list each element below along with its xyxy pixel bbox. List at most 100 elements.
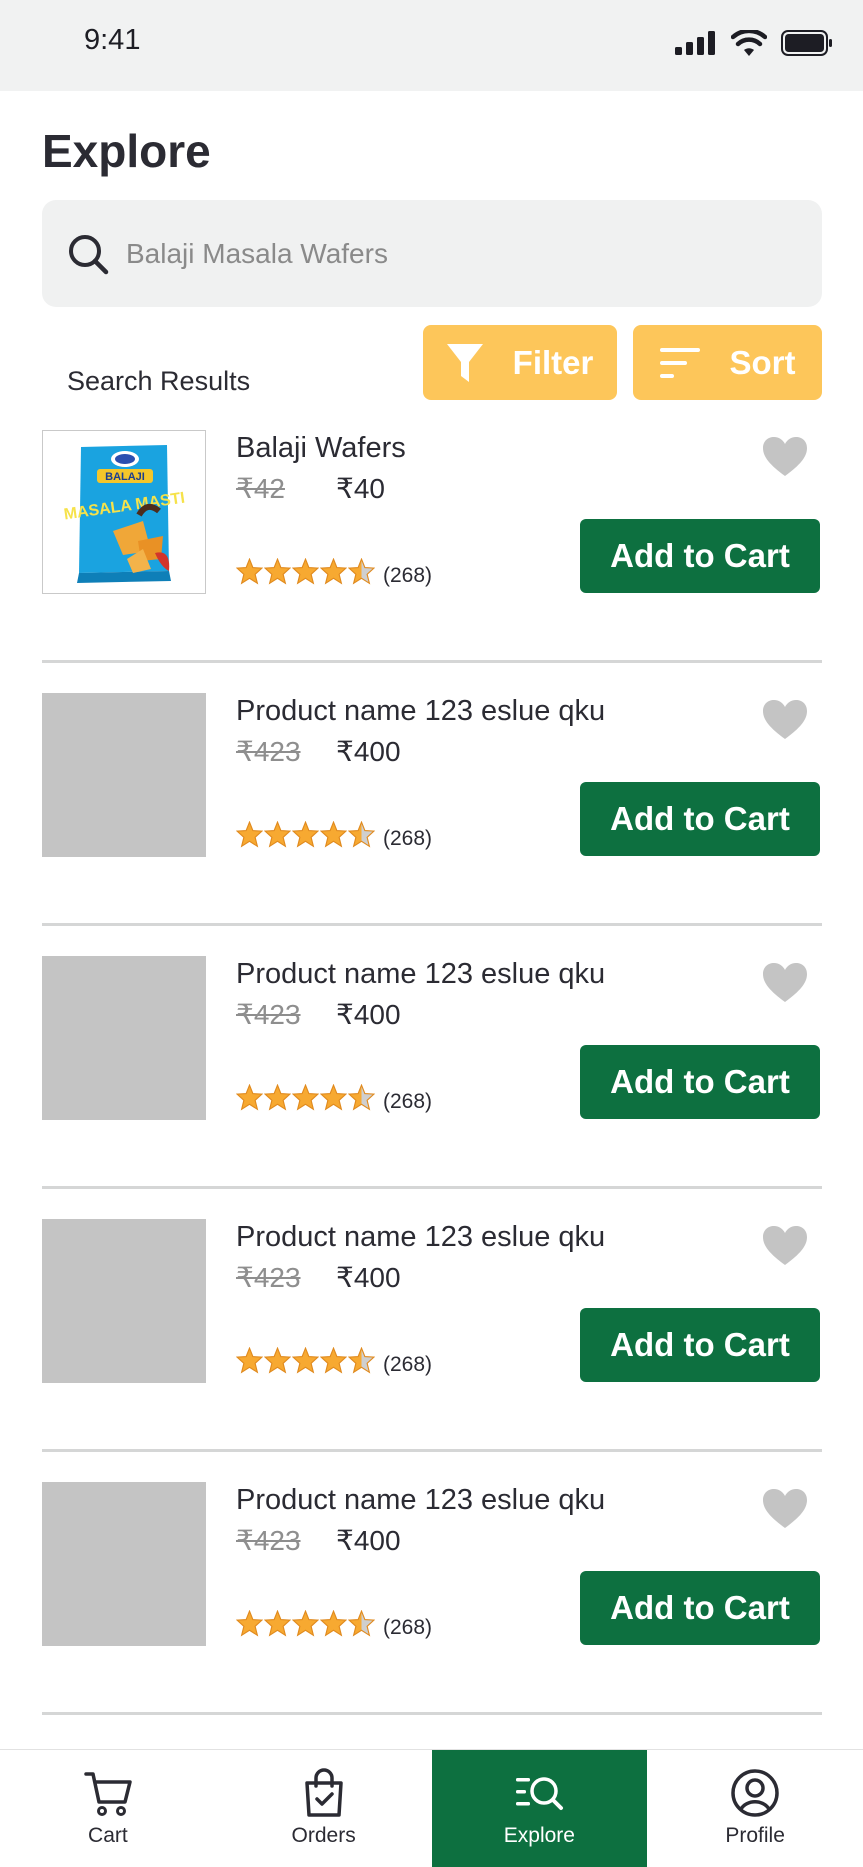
original-price: ₹423	[236, 999, 301, 1030]
rating-count: (268)	[383, 1616, 433, 1639]
filter-funnel-icon	[446, 343, 483, 382]
product-name[interactable]: Product name 123 eslue qku	[236, 958, 605, 991]
star-full-icon	[264, 821, 291, 848]
rating-count: (268)	[383, 1090, 433, 1113]
wishlist-button[interactable]	[762, 699, 808, 741]
product-list-item: Product name 123 eslue qku ₹423 ₹400 (268) A…	[42, 1219, 822, 1452]
add-to-cart-button[interactable]: Add to Cart	[580, 782, 820, 856]
original-price: ₹42	[236, 473, 285, 504]
wishlist-button[interactable]	[762, 1225, 808, 1267]
discounted-price: ₹400	[336, 1262, 401, 1293]
heart-icon	[763, 1489, 807, 1528]
star-half-icon	[348, 1610, 375, 1637]
package-brand-text: BALAJI	[105, 471, 145, 483]
bottom-tab-bar: Cart Orders Explore Profile	[0, 1749, 863, 1867]
star-rating	[236, 1347, 375, 1374]
rating-count: (268)	[383, 1353, 433, 1376]
wishlist-button[interactable]	[762, 436, 808, 478]
star-full-icon	[264, 1610, 291, 1637]
star-full-icon	[292, 1610, 319, 1637]
star-full-icon	[236, 558, 263, 585]
tab-profile[interactable]: Profile	[647, 1750, 863, 1867]
sort-button[interactable]: Sort	[633, 325, 822, 400]
battery-icon	[781, 30, 832, 56]
search-input[interactable]	[126, 237, 766, 270]
product-list-item: Product name 123 eslue qku ₹423 ₹400 (268) A…	[42, 693, 822, 926]
star-full-icon	[320, 1610, 347, 1637]
signal-icon	[675, 31, 715, 55]
rating-count: (268)	[383, 827, 433, 850]
sort-label: Sort	[729, 343, 796, 381]
tab-orders[interactable]: Orders	[216, 1750, 432, 1867]
heart-icon	[763, 437, 807, 476]
star-full-icon	[292, 1084, 319, 1111]
tab-label: Profile	[725, 1824, 785, 1847]
add-to-cart-button[interactable]: Add to Cart	[580, 519, 820, 593]
heart-icon	[763, 700, 807, 739]
wishlist-button[interactable]	[762, 1488, 808, 1530]
heart-icon	[763, 963, 807, 1002]
status-icons	[675, 30, 833, 56]
star-full-icon	[292, 1347, 319, 1374]
star-rating	[236, 1610, 375, 1637]
star-rating	[236, 1084, 375, 1111]
sort-lines-icon	[659, 347, 700, 378]
explore-search-icon	[516, 1777, 564, 1810]
product-name[interactable]: Balaji Wafers	[236, 432, 406, 465]
tab-label: Cart	[88, 1824, 128, 1847]
filter-label: Filter	[512, 343, 594, 381]
wifi-icon	[731, 30, 767, 56]
star-half-icon	[348, 1347, 375, 1374]
product-image-placeholder[interactable]	[42, 956, 206, 1120]
product-name[interactable]: Product name 123 eslue qku	[236, 1221, 605, 1254]
discounted-price: ₹40	[336, 473, 385, 504]
product-image-placeholder[interactable]	[42, 1482, 206, 1646]
search-icon	[69, 234, 109, 274]
status-bar: 9:41	[0, 0, 863, 91]
star-full-icon	[264, 1347, 291, 1374]
star-rating	[236, 821, 375, 848]
profile-icon	[731, 1769, 779, 1817]
product-list-item: Product name 123 eslue qku ₹423 ₹400 (268) A…	[42, 956, 822, 1189]
star-full-icon	[320, 821, 347, 848]
product-list-item: Product name 123 eslue qku ₹423 ₹400 (268) A…	[42, 1482, 822, 1715]
star-half-icon	[348, 821, 375, 848]
star-full-icon	[264, 558, 291, 585]
star-full-icon	[264, 1084, 291, 1111]
rating-count: (268)	[383, 564, 433, 587]
add-to-cart-button[interactable]: Add to Cart	[580, 1045, 820, 1119]
tab-label: Explore	[503, 1824, 575, 1847]
orders-bag-icon	[304, 1768, 343, 1817]
star-full-icon	[320, 1084, 347, 1111]
product-list-item: BALAJI MASALA MASTI Balaji Wafers ₹42 ₹40 (26…	[42, 430, 822, 663]
add-to-cart-button[interactable]: Add to Cart	[580, 1308, 820, 1382]
star-half-icon	[348, 1084, 375, 1111]
original-price: ₹423	[236, 1525, 301, 1556]
discounted-price: ₹400	[336, 736, 401, 767]
filter-button[interactable]: Filter	[423, 325, 617, 400]
star-full-icon	[236, 1084, 263, 1111]
product-name[interactable]: Product name 123 eslue qku	[236, 1484, 605, 1517]
original-price: ₹423	[236, 1262, 301, 1293]
tab-cart[interactable]: Cart	[0, 1750, 216, 1867]
search-box[interactable]	[42, 200, 822, 307]
product-image[interactable]: BALAJI MASALA MASTI	[42, 430, 206, 594]
status-time: 9:41	[84, 24, 141, 56]
product-image-placeholder[interactable]	[42, 693, 206, 857]
tab-label: Orders	[291, 1824, 356, 1847]
add-to-cart-button[interactable]: Add to Cart	[580, 1571, 820, 1645]
product-name[interactable]: Product name 123 eslue qku	[236, 695, 605, 728]
wishlist-button[interactable]	[762, 962, 808, 1004]
product-list: BALAJI MASALA MASTI Balaji Wafers ₹42 ₹40 (26…	[42, 430, 822, 1715]
star-full-icon	[292, 558, 319, 585]
original-price: ₹423	[236, 736, 301, 767]
tab-explore[interactable]: Explore	[431, 1750, 648, 1867]
product-image-placeholder[interactable]	[42, 1219, 206, 1383]
discounted-price: ₹400	[336, 999, 401, 1030]
page-title: Explore	[42, 125, 211, 177]
star-full-icon	[320, 558, 347, 585]
star-full-icon	[236, 1610, 263, 1637]
star-full-icon	[292, 821, 319, 848]
cart-icon	[84, 1772, 132, 1816]
discounted-price: ₹400	[336, 1525, 401, 1556]
